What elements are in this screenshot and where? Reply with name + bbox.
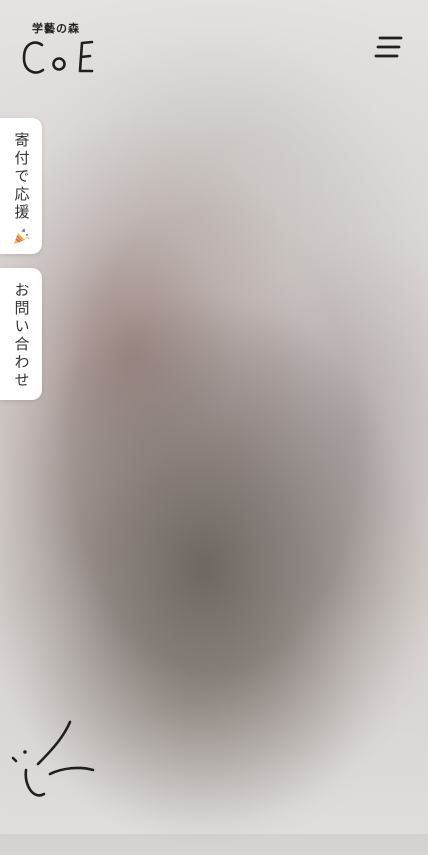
site-logo[interactable]: 学藝の森 — [22, 20, 100, 78]
donate-tab-label: 寄付で応援 — [12, 132, 31, 222]
logo-subtitle: 学藝の森 — [32, 22, 80, 35]
logo-wordmark — [22, 40, 94, 74]
contact-tab[interactable]: お問い合わせ — [0, 268, 42, 400]
smiley-doodle-icon — [11, 720, 95, 797]
contact-tab-label: お問い合わせ — [12, 282, 31, 390]
party-popper-icon — [14, 228, 30, 244]
hamburger-menu-button[interactable] — [372, 34, 404, 62]
donate-tab[interactable]: 寄付で応援 — [0, 118, 42, 254]
hamburger-menu-icon — [374, 36, 403, 58]
